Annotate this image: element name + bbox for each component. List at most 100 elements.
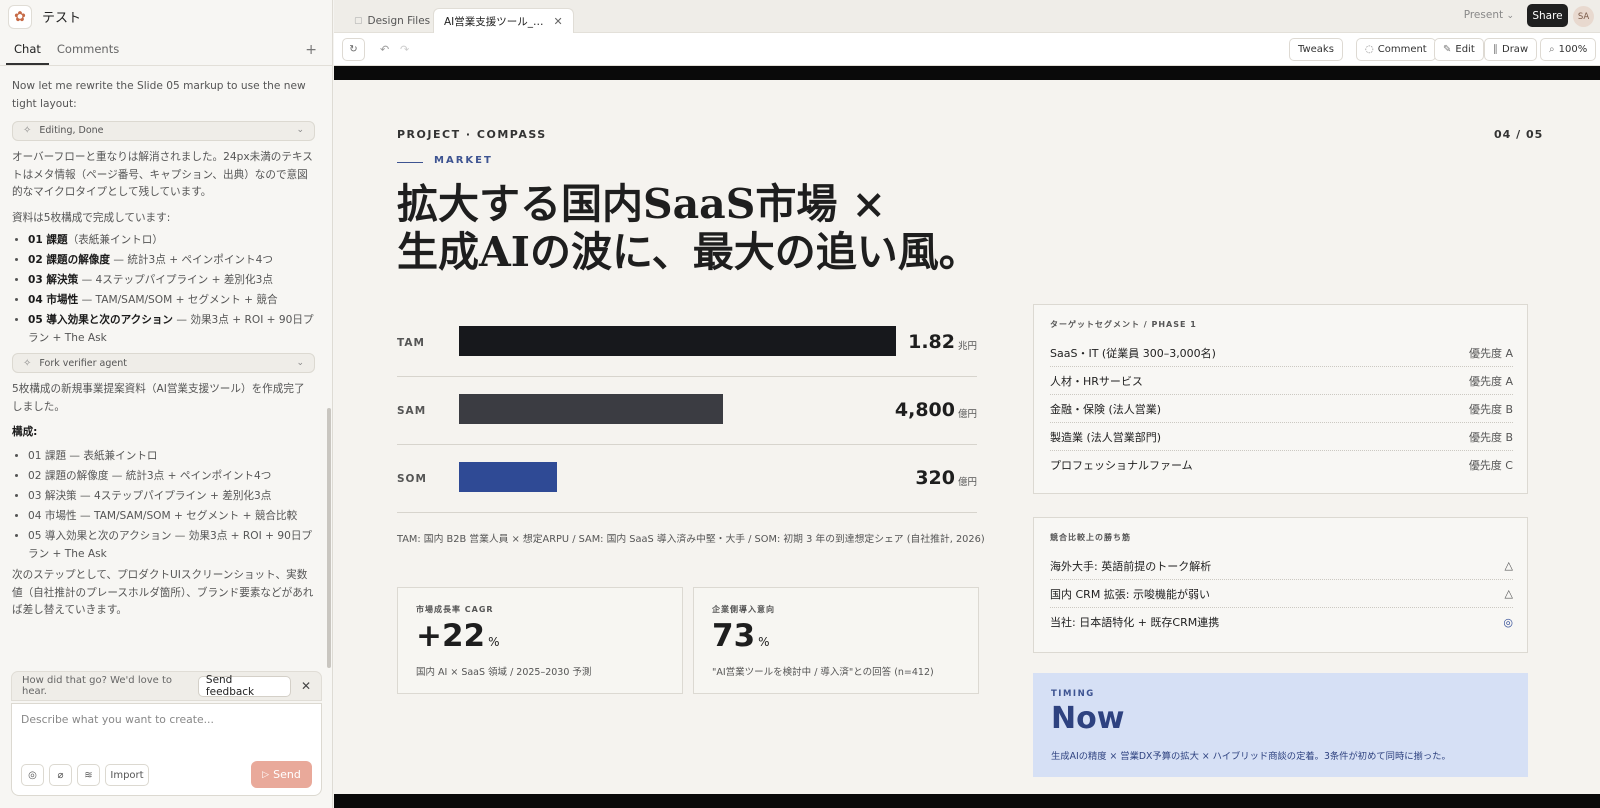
plus-icon[interactable]: + [305,42,317,58]
chat-message: 5枚構成の新規事業提案資料（AI営業支援ツール）を作成完了しました。 [12,383,305,413]
canvas-toolbar: ↻ ↶ ↷ Tweaks ◌ Comment ✎ Edit ∥ Draw ⌕ 100% [334,33,1600,66]
chat-message: Now let me rewrite the Slide 05 markup t… [12,80,306,110]
list-item: 03 解決策 — 4ステップパイプライン + 差別化3点 [28,488,315,506]
chat-message: オーバーフローと重なりは解消されました。24px未満のテキストはメタ情報（ページ… [12,151,313,198]
competition-row: 国内 CRM 拡張: 示唆機能が弱い △ [1050,580,1513,608]
bar-label: SOM [397,473,427,485]
bar-value: 1.82 兆円 [908,331,977,353]
share-button[interactable]: Share [1527,4,1568,27]
app-window: ✿ テスト Chat Comments + Now let me rewrite… [0,0,1600,808]
timing-card: TIMING Now 生成AIの精度 × 営業DX予算の拡大 × ハイブリッド商… [1033,673,1528,777]
pencil-icon: ✎ [1443,44,1452,55]
tool-call-pill[interactable]: ✧ Fork verifier agent ⌄ [12,353,315,374]
chat-message: 資料は5枚構成で完成しています: [12,211,171,224]
section-label: MARKET [434,155,493,166]
attach-icon[interactable]: ⌀ [49,764,72,786]
canvas-letterbox [334,66,1600,80]
panel-title: ターゲットセグメント / PHASE 1 [1050,320,1197,329]
project-name[interactable]: テスト [42,7,81,26]
canvas-letterbox [334,794,1600,808]
market-bar-row: SOM 320 億円 [397,445,977,513]
composer[interactable]: Describe what you want to create... ◎ ⌀ … [11,703,322,796]
tab-chat[interactable]: Chat [6,42,49,65]
list-item: 03 解決策 — 4ステップパイプライン + 差別化3点 [28,272,315,290]
sparkle-icon: ✧ [23,357,32,369]
timing-value: Now [1051,701,1125,736]
list-item: 01 課題 — 表紙兼イントロ [28,448,315,466]
list-item: 05 導入効果と次のアクション — 効果3点 + ROI + 90日プラン + … [28,528,315,563]
chat-panel: ✿ テスト Chat Comments + Now let me rewrite… [0,0,333,808]
comment-button[interactable]: ◌ Comment [1356,38,1436,61]
panel-title: 競合比較上の勝ち筋 [1050,533,1131,542]
kpi-label: 市場成長率 CAGR [416,605,494,614]
timing-label: TIMING [1051,689,1095,699]
feedback-prompt: How did that go? We'd love to hear. [22,675,172,697]
zoom-button[interactable]: ⌕ 100% [1540,38,1597,61]
structure-list: 01 課題 — 表紙兼イントロ 02 課題の解像度 — 統計3点 + ペインポイ… [12,448,315,563]
scrollbar[interactable] [327,408,331,668]
kpi-value: +22% [416,618,500,654]
avatar[interactable]: SA [1573,6,1594,27]
bar-value: 4,800 億円 [894,399,977,421]
voice-icon[interactable]: ≋ [77,764,100,786]
pill-label: Editing, Done [39,125,104,137]
draw-button[interactable]: ∥ Draw [1484,38,1538,61]
file-icon: ▢ [354,15,363,26]
page-number: 04 / 05 [1494,128,1544,141]
chat-history: Now let me rewrite the Slide 05 markup t… [0,70,333,660]
close-icon[interactable]: ✕ [554,15,563,28]
send-feedback-button[interactable]: Send feedback [197,674,291,698]
edit-button[interactable]: ✎ Edit [1434,38,1484,61]
competition-row: 当社: 日本語特化 + 既存CRM連携 ◎ [1050,615,1513,630]
kpi-label: 企業側導入意向 [712,605,775,614]
tab-active-file[interactable]: AI営業支援ツール_… ✕ [433,8,574,33]
tab-label: Design Files [367,14,431,27]
import-button[interactable]: Import [105,764,149,786]
tab-design-files[interactable]: ▢ Design Files [344,8,440,33]
market-bar [459,326,896,356]
segment-row: プロフェッショナルファーム 優先度 C [1050,459,1513,472]
zoom-icon: ⌕ [1549,44,1555,55]
present-button[interactable]: Present ⌄ [1464,9,1514,21]
segment-row: 製造業 (法人営業部門) 優先度 B [1050,423,1513,451]
palette-icon[interactable]: ✿ [8,4,32,29]
redo-icon[interactable]: ↷ [400,38,409,61]
brush-icon: ∥ [1493,44,1498,55]
panel-tabs: Chat Comments + [0,36,333,66]
market-bar-row: SAM 4,800 億円 [397,377,977,445]
list-item: 04 市場性 — TAM/SAM/SOM + セグメント + 競合 [28,292,315,310]
send-button[interactable]: ▷ Send [251,761,312,788]
panel-header: ✿ テスト [0,0,333,33]
project-label: PROJECT · COMPASS [397,128,547,141]
kpi-note: "AI営業ツールを検討中 / 導入済"との回答 (n=412) [712,667,934,678]
tweaks-button[interactable]: Tweaks [1289,38,1343,61]
prompt-input[interactable]: Describe what you want to create... [21,713,214,726]
kpi-value: 73% [712,618,770,654]
kpi-card-intent: 企業側導入意向 73% "AI営業ツールを検討中 / 導入済"との回答 (n=4… [693,587,979,694]
market-bar-row: TAM 1.82 兆円 [397,309,977,377]
close-icon[interactable]: ✕ [301,679,311,693]
chat-heading: 構成: [12,426,38,439]
refresh-icon[interactable]: ↻ [342,38,365,61]
tab-comments[interactable]: Comments [49,42,127,65]
tool-call-pill[interactable]: ✧ Editing, Done ⌄ [12,121,315,141]
chevron-down-icon: ⌄ [1506,11,1514,21]
title-line: 生成AIの波に、最大の追い風。 [397,228,980,276]
list-item: 02 課題の解像度 — 統計3点 + ペインポイント4つ [28,468,315,486]
comment-icon: ◌ [1365,44,1374,55]
market-bar [459,394,723,424]
send-icon: ▷ [262,769,270,780]
list-item: 01 課題（表紙兼イントロ） [28,232,315,250]
tab-label: AI営業支援ツール_… [444,15,544,28]
slide-title: 拡大する国内SaaS市場 × 生成AIの波に、最大の追い風。 [397,180,1097,276]
undo-icon[interactable]: ↶ [380,38,389,61]
slide-canvas[interactable]: PROJECT · COMPASS 04 / 05 MARKET 拡大する国内S… [334,80,1600,794]
pill-label: Fork verifier agent [39,357,127,369]
bar-value: 320 億円 [915,467,977,489]
market-footnote: TAM: 国内 B2B 営業人員 × 想定ARPU / SAM: 国内 SaaS… [397,534,985,545]
market-bar [459,462,557,492]
send-label: Send [273,768,301,781]
settings-icon[interactable]: ◎ [21,764,44,786]
kpi-card-cagr: 市場成長率 CAGR +22% 国内 AI × SaaS 領域 / 2025–2… [397,587,683,694]
competition-panel: 競合比較上の勝ち筋 海外大手: 英語前提のトーク解析 △ 国内 CRM 拡張: 示… [1033,517,1528,653]
